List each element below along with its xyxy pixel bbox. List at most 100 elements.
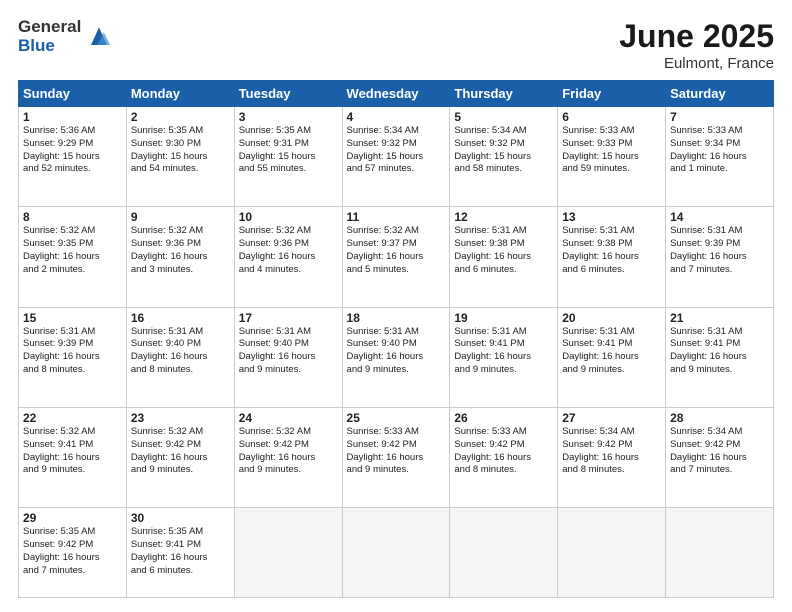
day-number: 22 [23,411,122,425]
col-monday: Monday [126,81,234,107]
cell-content: Sunrise: 5:36 AMSunset: 9:29 PMDaylight:… [23,125,122,176]
day-number: 19 [454,311,553,325]
cell-content: Sunrise: 5:33 AMSunset: 9:42 PMDaylight:… [454,426,553,477]
calendar-cell: 30Sunrise: 5:35 AMSunset: 9:41 PMDayligh… [126,508,234,598]
calendar-cell [558,508,666,598]
col-thursday: Thursday [450,81,558,107]
day-number: 20 [562,311,661,325]
day-number: 27 [562,411,661,425]
logo-general: General [18,18,81,37]
day-number: 15 [23,311,122,325]
calendar-cell: 6Sunrise: 5:33 AMSunset: 9:33 PMDaylight… [558,107,666,207]
cell-content: Sunrise: 5:32 AMSunset: 9:35 PMDaylight:… [23,225,122,276]
title-block: June 2025 Eulmont, France [619,18,774,72]
calendar-cell: 8Sunrise: 5:32 AMSunset: 9:35 PMDaylight… [19,207,127,307]
calendar-cell: 16Sunrise: 5:31 AMSunset: 9:40 PMDayligh… [126,307,234,407]
calendar-cell [234,508,342,598]
calendar-cell: 21Sunrise: 5:31 AMSunset: 9:41 PMDayligh… [666,307,774,407]
cell-content: Sunrise: 5:32 AMSunset: 9:42 PMDaylight:… [131,426,230,477]
day-number: 21 [670,311,769,325]
calendar-cell: 11Sunrise: 5:32 AMSunset: 9:37 PMDayligh… [342,207,450,307]
day-number: 5 [454,110,553,124]
cell-content: Sunrise: 5:31 AMSunset: 9:40 PMDaylight:… [131,326,230,377]
cell-content: Sunrise: 5:32 AMSunset: 9:36 PMDaylight:… [131,225,230,276]
cell-content: Sunrise: 5:34 AMSunset: 9:42 PMDaylight:… [670,426,769,477]
cell-content: Sunrise: 5:35 AMSunset: 9:41 PMDaylight:… [131,526,230,577]
day-number: 16 [131,311,230,325]
day-number: 29 [23,511,122,525]
calendar-cell: 24Sunrise: 5:32 AMSunset: 9:42 PMDayligh… [234,407,342,507]
calendar-cell: 15Sunrise: 5:31 AMSunset: 9:39 PMDayligh… [19,307,127,407]
calendar-week-4: 22Sunrise: 5:32 AMSunset: 9:41 PMDayligh… [19,407,774,507]
day-number: 7 [670,110,769,124]
day-number: 11 [347,210,446,224]
calendar-week-1: 1Sunrise: 5:36 AMSunset: 9:29 PMDaylight… [19,107,774,207]
day-number: 23 [131,411,230,425]
day-number: 2 [131,110,230,124]
calendar-cell: 12Sunrise: 5:31 AMSunset: 9:38 PMDayligh… [450,207,558,307]
calendar-cell [666,508,774,598]
calendar-cell: 3Sunrise: 5:35 AMSunset: 9:31 PMDaylight… [234,107,342,207]
location: Eulmont, France [619,55,774,72]
calendar-cell: 19Sunrise: 5:31 AMSunset: 9:41 PMDayligh… [450,307,558,407]
calendar-cell [342,508,450,598]
day-number: 14 [670,210,769,224]
cell-content: Sunrise: 5:32 AMSunset: 9:42 PMDaylight:… [239,426,338,477]
day-number: 28 [670,411,769,425]
col-sunday: Sunday [19,81,127,107]
cell-content: Sunrise: 5:32 AMSunset: 9:36 PMDaylight:… [239,225,338,276]
logo-icon [83,21,115,53]
calendar-week-2: 8Sunrise: 5:32 AMSunset: 9:35 PMDaylight… [19,207,774,307]
cell-content: Sunrise: 5:31 AMSunset: 9:41 PMDaylight:… [454,326,553,377]
header: General Blue June 2025 Eulmont, France [18,18,774,72]
calendar-week-5: 29Sunrise: 5:35 AMSunset: 9:42 PMDayligh… [19,508,774,598]
calendar-cell: 22Sunrise: 5:32 AMSunset: 9:41 PMDayligh… [19,407,127,507]
day-number: 24 [239,411,338,425]
cell-content: Sunrise: 5:34 AMSunset: 9:32 PMDaylight:… [454,125,553,176]
calendar-cell: 17Sunrise: 5:31 AMSunset: 9:40 PMDayligh… [234,307,342,407]
calendar-cell: 2Sunrise: 5:35 AMSunset: 9:30 PMDaylight… [126,107,234,207]
calendar-cell: 4Sunrise: 5:34 AMSunset: 9:32 PMDaylight… [342,107,450,207]
cell-content: Sunrise: 5:31 AMSunset: 9:41 PMDaylight:… [562,326,661,377]
day-number: 25 [347,411,446,425]
day-number: 30 [131,511,230,525]
logo-blue: Blue [18,37,81,56]
day-number: 3 [239,110,338,124]
month-year: June 2025 [619,18,774,55]
calendar-cell: 13Sunrise: 5:31 AMSunset: 9:38 PMDayligh… [558,207,666,307]
calendar-cell: 20Sunrise: 5:31 AMSunset: 9:41 PMDayligh… [558,307,666,407]
calendar-week-3: 15Sunrise: 5:31 AMSunset: 9:39 PMDayligh… [19,307,774,407]
col-tuesday: Tuesday [234,81,342,107]
calendar-cell: 18Sunrise: 5:31 AMSunset: 9:40 PMDayligh… [342,307,450,407]
calendar-cell: 23Sunrise: 5:32 AMSunset: 9:42 PMDayligh… [126,407,234,507]
cell-content: Sunrise: 5:32 AMSunset: 9:41 PMDaylight:… [23,426,122,477]
page: General Blue June 2025 Eulmont, France S… [0,0,792,612]
cell-content: Sunrise: 5:33 AMSunset: 9:34 PMDaylight:… [670,125,769,176]
calendar-cell: 27Sunrise: 5:34 AMSunset: 9:42 PMDayligh… [558,407,666,507]
cell-content: Sunrise: 5:35 AMSunset: 9:42 PMDaylight:… [23,526,122,577]
calendar-cell: 10Sunrise: 5:32 AMSunset: 9:36 PMDayligh… [234,207,342,307]
cell-content: Sunrise: 5:33 AMSunset: 9:33 PMDaylight:… [562,125,661,176]
cell-content: Sunrise: 5:31 AMSunset: 9:39 PMDaylight:… [670,225,769,276]
cell-content: Sunrise: 5:34 AMSunset: 9:32 PMDaylight:… [347,125,446,176]
cell-content: Sunrise: 5:35 AMSunset: 9:31 PMDaylight:… [239,125,338,176]
cell-content: Sunrise: 5:31 AMSunset: 9:40 PMDaylight:… [347,326,446,377]
cell-content: Sunrise: 5:31 AMSunset: 9:38 PMDaylight:… [562,225,661,276]
calendar-cell: 28Sunrise: 5:34 AMSunset: 9:42 PMDayligh… [666,407,774,507]
day-number: 1 [23,110,122,124]
cell-content: Sunrise: 5:31 AMSunset: 9:41 PMDaylight:… [670,326,769,377]
cell-content: Sunrise: 5:31 AMSunset: 9:38 PMDaylight:… [454,225,553,276]
day-number: 12 [454,210,553,224]
day-number: 6 [562,110,661,124]
day-number: 8 [23,210,122,224]
day-number: 17 [239,311,338,325]
col-friday: Friday [558,81,666,107]
cell-content: Sunrise: 5:34 AMSunset: 9:42 PMDaylight:… [562,426,661,477]
calendar-cell: 26Sunrise: 5:33 AMSunset: 9:42 PMDayligh… [450,407,558,507]
header-row: Sunday Monday Tuesday Wednesday Thursday… [19,81,774,107]
calendar-cell: 1Sunrise: 5:36 AMSunset: 9:29 PMDaylight… [19,107,127,207]
calendar-cell: 29Sunrise: 5:35 AMSunset: 9:42 PMDayligh… [19,508,127,598]
calendar-cell: 9Sunrise: 5:32 AMSunset: 9:36 PMDaylight… [126,207,234,307]
cell-content: Sunrise: 5:31 AMSunset: 9:39 PMDaylight:… [23,326,122,377]
day-number: 13 [562,210,661,224]
